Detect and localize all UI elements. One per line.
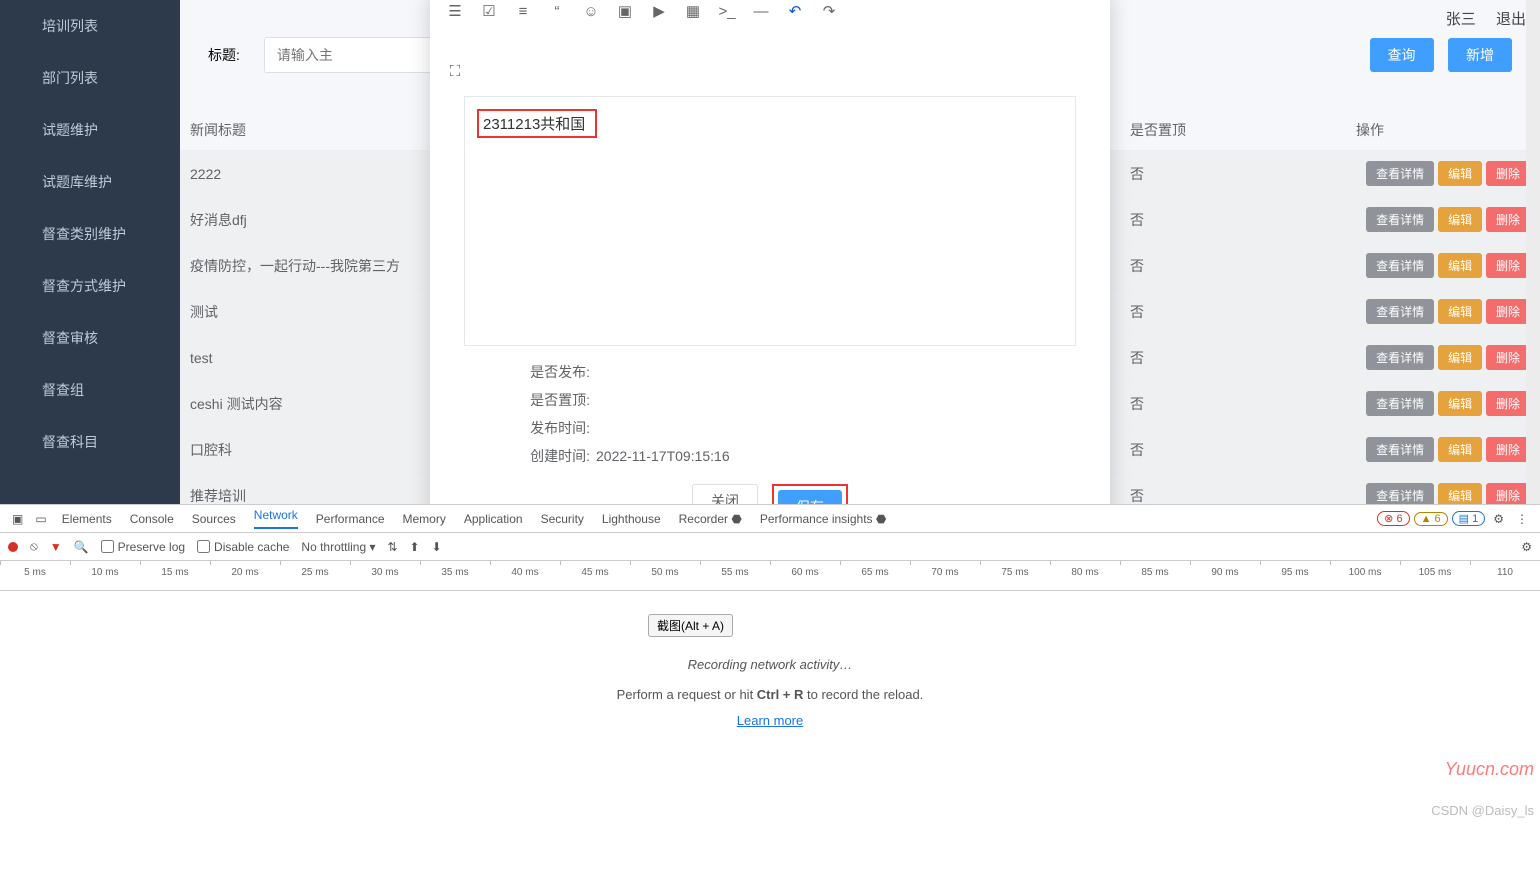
disable-cache[interactable]: Disable cache: [197, 540, 289, 554]
fullscreen-icon[interactable]: ⛶: [438, 56, 472, 86]
timeline-tick: 5 ms: [0, 561, 70, 590]
watermark: CSDN @Daisy_ls: [1431, 803, 1534, 818]
tab-sources[interactable]: Sources: [192, 512, 236, 526]
save-button[interactable]: 保存: [778, 490, 842, 504]
table-icon[interactable]: ▦: [676, 0, 710, 26]
device-icon[interactable]: ▭: [35, 512, 46, 526]
timeline-tick: 55 ms: [700, 561, 770, 590]
timeline-tick: 90 ms: [1190, 561, 1260, 590]
hint-msg: Perform a request or hit Ctrl + R to rec…: [0, 687, 1540, 702]
warn-badge[interactable]: ▲ 6: [1414, 512, 1448, 526]
code-icon[interactable]: >_: [710, 0, 744, 26]
filter-icon[interactable]: ▼: [50, 540, 62, 554]
download-icon[interactable]: ⬇: [432, 540, 442, 554]
timeline-tick: 75 ms: [980, 561, 1050, 590]
timeline-tick: 40 ms: [490, 561, 560, 590]
preserve-log[interactable]: Preserve log: [101, 540, 185, 554]
editor-toolbar: ☰ ☑ ≡ “ ☺ ▣ ▶ ▦ >_ — ↶ ↷ ⛶: [430, 0, 1110, 86]
timeline-tick: 80 ms: [1050, 561, 1120, 590]
timeline-tick: 15 ms: [140, 561, 210, 590]
timeline-tick: 70 ms: [910, 561, 980, 590]
timeline-tick: 30 ms: [350, 561, 420, 590]
timeline[interactable]: 5 ms10 ms15 ms20 ms25 ms30 ms35 ms40 ms4…: [0, 561, 1540, 591]
emoji-icon[interactable]: ☺: [574, 0, 608, 26]
lbl-publish: 是否发布:: [510, 362, 590, 382]
learn-more-link[interactable]: Learn more: [737, 713, 803, 728]
msg-badge[interactable]: ▤ 1: [1452, 511, 1486, 526]
redo-icon[interactable]: ↷: [812, 0, 846, 26]
checkbox-icon[interactable]: ☑: [472, 0, 506, 26]
video-icon[interactable]: ▶: [642, 0, 676, 26]
recording-msg: Recording network activity…: [0, 657, 1540, 672]
tab-recorder[interactable]: Recorder ⬣: [679, 512, 742, 526]
editor-content: 2311213共和国: [477, 109, 597, 138]
gear-icon[interactable]: ⚙: [1493, 512, 1504, 526]
quote-icon[interactable]: “: [540, 0, 574, 26]
tab-security[interactable]: Security: [541, 512, 584, 526]
list-icon[interactable]: ☰: [438, 0, 472, 26]
close-button[interactable]: 关闭: [692, 484, 758, 504]
tab-console[interactable]: Console: [130, 512, 174, 526]
edit-dialog: ☰ ☑ ≡ “ ☺ ▣ ▶ ▦ >_ — ↶ ↷ ⛶ 2311213共和国 是否…: [430, 0, 1110, 504]
timeline-tick: 95 ms: [1260, 561, 1330, 590]
upload-icon[interactable]: ⬆: [410, 540, 420, 554]
kebab-icon[interactable]: ⋮: [1516, 512, 1528, 526]
timeline-tick: 105 ms: [1400, 561, 1470, 590]
search-icon[interactable]: 🔍: [74, 540, 89, 554]
undo-icon[interactable]: ↶: [778, 0, 812, 26]
throttling-select[interactable]: No throttling ▾: [301, 540, 375, 554]
inspect-icon[interactable]: ▣: [12, 512, 23, 526]
stop-icon[interactable]: ⦸: [30, 539, 38, 554]
align-icon[interactable]: ≡: [506, 0, 540, 26]
tab-insights[interactable]: Performance insights ⬣: [760, 512, 887, 526]
tab-lighthouse[interactable]: Lighthouse: [602, 512, 661, 526]
editor-area[interactable]: 2311213共和国: [464, 96, 1076, 346]
timeline-tick: 50 ms: [630, 561, 700, 590]
timeline-tick: 20 ms: [210, 561, 280, 590]
error-badge[interactable]: ⊗ 6: [1377, 511, 1409, 526]
tab-network[interactable]: Network: [254, 508, 298, 529]
timeline-tick: 45 ms: [560, 561, 630, 590]
image-icon[interactable]: ▣: [608, 0, 642, 26]
timeline-tick: 65 ms: [840, 561, 910, 590]
settings-icon[interactable]: ⚙: [1521, 540, 1532, 554]
timeline-tick: 110: [1470, 561, 1540, 590]
tab-performance[interactable]: Performance: [316, 512, 385, 526]
ctime-value: 2022-11-17T09:15:16: [596, 448, 730, 464]
timeline-tick: 100 ms: [1330, 561, 1400, 590]
wifi-icon[interactable]: ⇅: [387, 540, 397, 554]
tab-application[interactable]: Application: [464, 512, 523, 526]
timeline-tick: 35 ms: [420, 561, 490, 590]
modal-overlay: ☰ ☑ ≡ “ ☺ ▣ ▶ ▦ >_ — ↶ ↷ ⛶ 2311213共和国 是否…: [0, 0, 1540, 504]
hr-icon[interactable]: —: [744, 0, 778, 26]
tab-elements[interactable]: Elements: [62, 512, 112, 526]
tab-memory[interactable]: Memory: [403, 512, 446, 526]
lbl-ctime: 创建时间:: [510, 446, 590, 466]
timeline-tick: 60 ms: [770, 561, 840, 590]
lbl-ptime: 发布时间:: [510, 418, 590, 438]
record-icon[interactable]: [8, 542, 18, 552]
timeline-tick: 10 ms: [70, 561, 140, 590]
watermark: Yuucn.com: [1445, 759, 1534, 780]
timeline-tick: 25 ms: [280, 561, 350, 590]
lbl-top: 是否置顶:: [510, 390, 590, 410]
screenshot-tooltip: 截图(Alt + A): [648, 614, 733, 637]
devtools: ▣ ▭ Elements Console Sources Network Per…: [0, 504, 1540, 874]
timeline-tick: 85 ms: [1120, 561, 1190, 590]
